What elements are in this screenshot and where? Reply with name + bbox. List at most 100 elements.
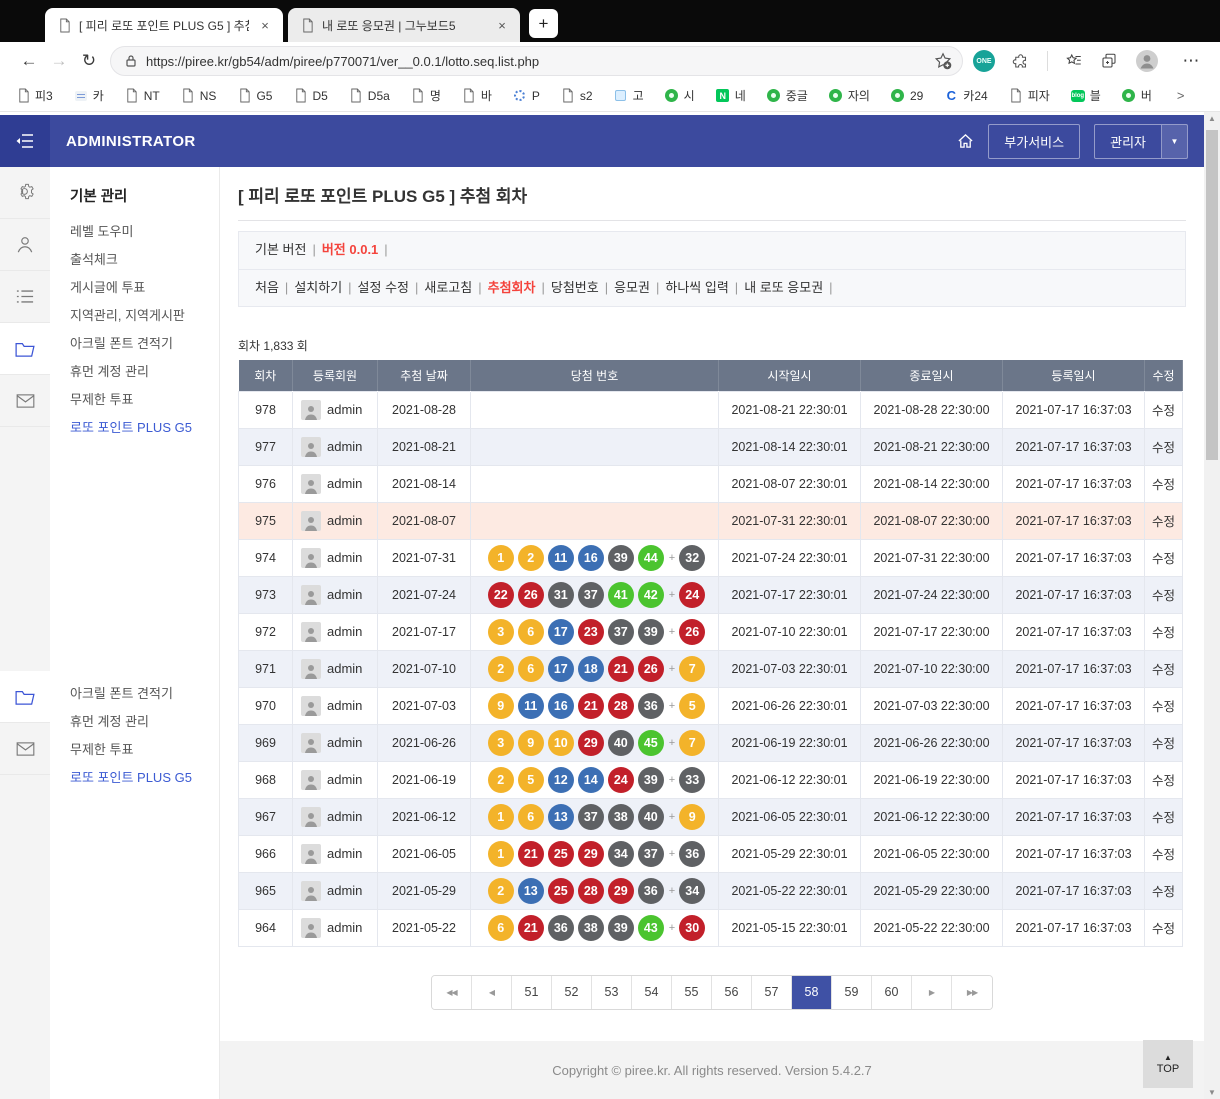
bookmark-item[interactable]: D5 [293, 88, 327, 103]
refresh-button[interactable]: ↻ [74, 51, 104, 71]
back-button[interactable]: ← [14, 51, 44, 71]
vertical-scrollbar[interactable]: ▲ ▼ [1204, 112, 1220, 1099]
page-number-button[interactable]: 55 [672, 976, 712, 1009]
sidebar-item[interactable]: 아크릴 폰트 견적기 [70, 330, 219, 358]
edit-link[interactable]: 수정 [1152, 515, 1175, 529]
scroll-down-arrow[interactable]: ▼ [1204, 1088, 1220, 1097]
page-number-button[interactable]: 52 [552, 976, 592, 1009]
bookmark-item[interactable]: 명 [411, 87, 441, 104]
page-number-button[interactable]: 51 [512, 976, 552, 1009]
bookmark-item[interactable]: 29 [891, 88, 923, 103]
bookmark-item[interactable]: D5a [349, 88, 390, 103]
favorite-add-icon[interactable] [934, 52, 952, 70]
manager-dropdown[interactable]: 관리자 ▼ [1094, 124, 1188, 159]
bookmark-item[interactable]: 카 [74, 87, 104, 104]
sidebar-item[interactable]: 게시글에 투표 [70, 274, 219, 302]
new-tab-button[interactable]: + [529, 9, 558, 38]
scrollbar-thumb[interactable] [1206, 130, 1218, 460]
edit-link[interactable]: 수정 [1152, 811, 1175, 825]
plugin-nav-link[interactable]: 설정 수정 [358, 280, 409, 295]
page-prev-button[interactable]: ◀ [472, 976, 512, 1009]
bookmarks-overflow-chevron-icon[interactable]: > [1177, 88, 1185, 103]
plugin-nav-link[interactable]: 내 로또 응모권 [744, 280, 823, 295]
page-next-button[interactable]: ▶ [912, 976, 952, 1009]
page-number-button[interactable]: 56 [712, 976, 752, 1009]
plugin-nav-link[interactable]: 처음 [255, 280, 279, 295]
bookmark-item[interactable]: G5 [237, 88, 272, 103]
sidebar-item[interactable]: 아크릴 폰트 견적기 [70, 680, 219, 708]
edit-link[interactable]: 수정 [1152, 552, 1175, 566]
bookmark-item[interactable]: 바 [462, 87, 492, 104]
bookmark-item[interactable]: 피3 [16, 87, 53, 104]
favorites-list-icon[interactable] [1065, 52, 1083, 70]
edit-link[interactable]: 수정 [1152, 663, 1175, 677]
extra-service-button[interactable]: 부가서비스 [988, 124, 1080, 159]
sidebar-item[interactable]: 출석체크 [70, 246, 219, 274]
rail-settings-gear-icon[interactable] [0, 167, 50, 219]
rail-list-icon[interactable] [0, 271, 50, 323]
browser-tab-active[interactable]: [ 피리 로또 포인트 PLUS G5 ] 추첨 회차 × [45, 8, 283, 42]
bookmark-item[interactable]: s2 [561, 88, 593, 103]
scroll-up-arrow[interactable]: ▲ [1204, 114, 1220, 123]
bookmark-item[interactable]: NT [125, 88, 160, 103]
collections-icon[interactable] [1100, 52, 1118, 70]
plugin-nav-link[interactable]: 새로고침 [424, 280, 472, 295]
url-text[interactable]: https://piree.kr/gb54/adm/piree/p770071/… [146, 54, 934, 69]
address-bar[interactable]: https://piree.kr/gb54/adm/piree/p770071/… [110, 46, 963, 76]
bookmark-item[interactable]: 버 [1122, 87, 1152, 104]
one-extension-icon[interactable]: ONE [973, 50, 995, 72]
sidebar-item[interactable]: 로또 포인트 PLUS G5 [70, 764, 219, 792]
rail-mail-icon[interactable] [0, 723, 50, 775]
edit-link[interactable]: 수정 [1152, 848, 1175, 862]
edit-link[interactable]: 수정 [1152, 885, 1175, 899]
bookmark-item[interactable]: NS [181, 88, 217, 103]
sidebar-item[interactable]: 무제한 투표 [70, 386, 219, 414]
sidebar-item[interactable]: 로또 포인트 PLUS G5 [70, 414, 219, 442]
sidebar-toggle-button[interactable] [0, 115, 50, 167]
profile-avatar[interactable] [1135, 49, 1159, 73]
edit-link[interactable]: 수정 [1152, 478, 1175, 492]
page-number-button[interactable]: 60 [872, 976, 912, 1009]
page-number-button[interactable]: 54 [632, 976, 672, 1009]
plugin-nav-link[interactable]: 하나씩 입력 [665, 280, 728, 295]
tab-close-icon[interactable]: × [257, 18, 273, 33]
page-last-button[interactable]: ▶▶ [952, 976, 992, 1009]
bookmark-item[interactable]: 피자 [1009, 87, 1050, 104]
edit-link[interactable]: 수정 [1152, 589, 1175, 603]
edit-link[interactable]: 수정 [1152, 700, 1175, 714]
edit-link[interactable]: 수정 [1152, 441, 1175, 455]
rail-folder-icon[interactable] [0, 671, 50, 723]
browser-tab[interactable]: 내 로또 응모권 | 그누보드5 × [288, 8, 520, 42]
edit-link[interactable]: 수정 [1152, 626, 1175, 640]
edit-link[interactable]: 수정 [1152, 922, 1175, 936]
page-number-button[interactable]: 53 [592, 976, 632, 1009]
plugin-nav-link[interactable]: 당첨번호 [551, 280, 599, 295]
bookmark-item[interactable]: C카24 [944, 87, 987, 104]
rail-folder-icon[interactable] [0, 323, 50, 375]
bookmark-item[interactable]: blog블 [1071, 87, 1101, 104]
browser-menu-icon[interactable]: ⋯ [1176, 51, 1206, 71]
page-first-button[interactable]: ◀◀ [432, 976, 472, 1009]
bookmark-item[interactable]: P [513, 88, 540, 103]
bookmark-item[interactable]: 고 [614, 87, 644, 104]
plugin-nav-link[interactable]: 응모권 [614, 280, 650, 295]
rail-mail-icon[interactable] [0, 375, 50, 427]
sidebar-item[interactable]: 레벨 도우미 [70, 218, 219, 246]
bookmark-item[interactable]: 자의 [829, 87, 870, 104]
scroll-to-top-button[interactable]: ▲ TOP [1143, 1040, 1193, 1088]
sidebar-item[interactable]: 휴먼 계정 관리 [70, 358, 219, 386]
page-number-button[interactable]: 57 [752, 976, 792, 1009]
plugin-nav-link[interactable]: 설치하기 [294, 280, 342, 295]
plugin-nav-link[interactable]: 추첨회차 [488, 280, 536, 295]
bookmark-item[interactable]: 중글 [767, 87, 808, 104]
bookmark-item[interactable]: N네 [716, 87, 746, 104]
sidebar-item[interactable]: 지역관리, 지역게시판 [70, 302, 219, 330]
sidebar-item[interactable]: 휴먼 계정 관리 [70, 708, 219, 736]
edit-link[interactable]: 수정 [1152, 737, 1175, 751]
sidebar-item[interactable]: 무제한 투표 [70, 736, 219, 764]
page-number-button[interactable]: 58 [792, 976, 832, 1009]
edit-link[interactable]: 수정 [1152, 404, 1175, 418]
rail-user-icon[interactable] [0, 219, 50, 271]
bookmark-item[interactable]: 시 [665, 87, 695, 104]
home-icon[interactable] [957, 133, 974, 149]
